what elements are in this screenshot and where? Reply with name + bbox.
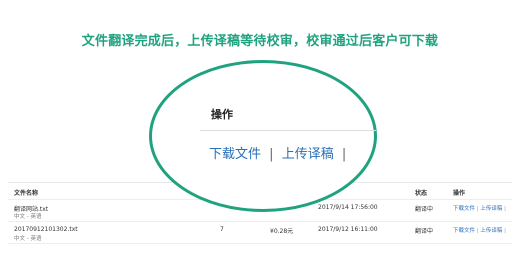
row-actions: 下载文件 | 上传译稿 |: [453, 204, 506, 212]
th-file-name: 文件名称: [14, 190, 39, 197]
highlight-ellipse: [149, 60, 377, 212]
upload-translation-link[interactable]: 上传译稿: [480, 206, 502, 212]
th-actions: 操作: [453, 190, 466, 197]
separator: |: [476, 206, 479, 212]
separator: |: [341, 147, 347, 162]
row-actions: 下载文件 | 上传译稿 |: [453, 226, 506, 234]
separator: |: [504, 206, 506, 212]
row-status: 翻译中: [415, 206, 434, 213]
row-status: 翻译中: [415, 228, 434, 235]
th-status: 状态: [415, 190, 428, 197]
row-time: 2017/9/12 16:11:00: [318, 226, 378, 233]
upload-translation-button[interactable]: 上传译稿: [282, 147, 334, 162]
download-file-button[interactable]: 下载文件: [209, 147, 261, 162]
panel-title: 操作: [211, 108, 233, 121]
upload-translation-link[interactable]: 上传译稿: [480, 228, 502, 234]
download-file-link[interactable]: 下载文件: [453, 206, 475, 212]
separator: |: [476, 228, 479, 234]
panel-divider: [200, 130, 376, 131]
row-price: ¥0.28元: [270, 228, 294, 235]
row-divider: [8, 243, 512, 244]
row-time: 2017/9/14 17:56:00: [318, 204, 378, 211]
row-languages: 中文 - 英语: [14, 214, 42, 220]
row-divider: [8, 221, 512, 222]
instruction-headline: 文件翻译完成后，上传译稿等待校审，校审通过后客户可下载: [81, 34, 439, 49]
row-file-name: 20170912101302.txt: [14, 226, 78, 233]
download-file-link[interactable]: 下载文件: [453, 228, 475, 234]
panel-actions: 下载文件 | 上传译稿 |: [209, 143, 350, 162]
separator: |: [504, 228, 506, 234]
row-languages: 中文 - 英语: [14, 236, 42, 242]
row-count: 7: [220, 226, 224, 233]
separator: |: [269, 147, 274, 162]
